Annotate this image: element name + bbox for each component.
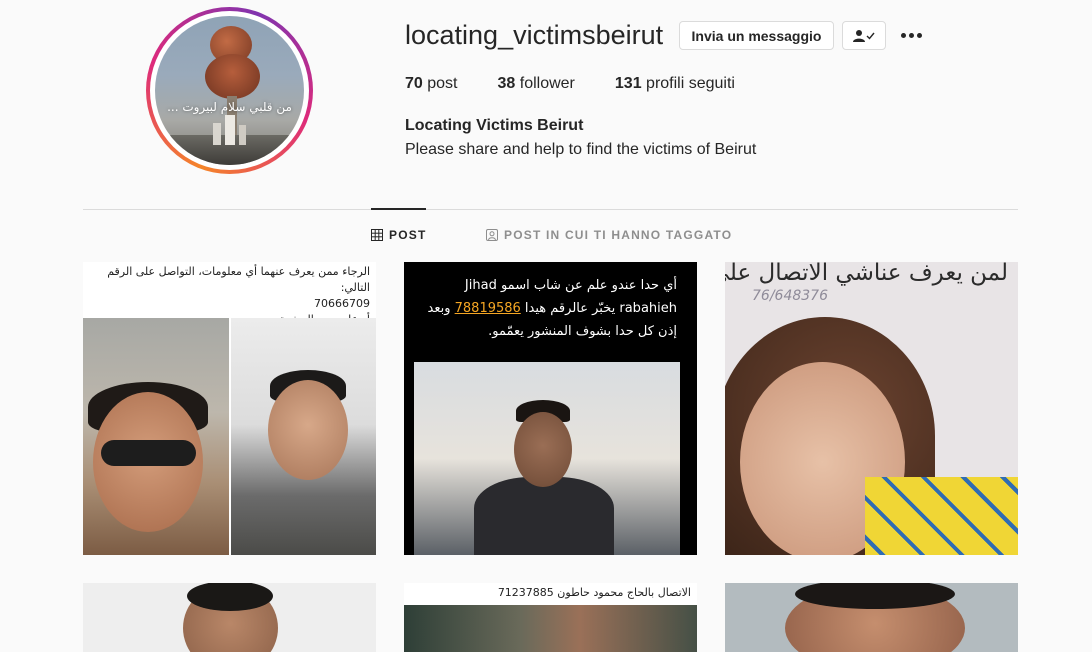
shirt — [865, 477, 1018, 555]
person-check-icon — [853, 29, 875, 42]
following-stat[interactable]: 131 profili seguiti — [615, 75, 735, 93]
avatar-image: من قلبي سلام لبيروت ... — [155, 16, 304, 165]
post-text-line: الرجاء ممن يعرف عنهما أي معلومات، التواص… — [107, 265, 370, 294]
tab-tagged[interactable]: POST IN CUI TI HANNO TAGGATO — [486, 228, 732, 242]
avatar-border: من قلبي سلام لبيروت ... — [150, 11, 309, 170]
post-text-part: وبعد — [427, 301, 455, 316]
post-thumbnail[interactable]: أي حدا عندو علم عن شاب اسمو Jihad rabahi… — [404, 262, 697, 555]
profile-avatar[interactable]: من قلبي سلام لبيروت ... — [146, 7, 313, 174]
post-caption-image-text: الاتصال بالحاج محمود حاطون 71237885 — [497, 586, 691, 599]
posts-stat: 70 post — [405, 75, 458, 93]
post-thumbnail[interactable]: لمن يعرف عناشي الاتصال على 76/648376 — [725, 262, 1018, 555]
profile-bio: Please share and help to find the victim… — [405, 141, 757, 158]
post-text-line: rabahieh يخبّر عالرقم هيدا 78819586 وبعد — [417, 297, 678, 320]
post-text-part: rabahieh يخبّر عالرقم هيدا — [520, 301, 677, 316]
followers-count: 38 — [497, 75, 516, 92]
hoodie — [474, 477, 614, 555]
send-message-button[interactable]: Invia un messaggio — [679, 21, 834, 50]
tab-posts[interactable]: POST — [371, 228, 426, 242]
post-thumbnail[interactable]: الاتصال بالحاج محمود حاطون 71237885 — [404, 583, 697, 652]
active-tab-indicator — [371, 208, 426, 210]
following-button[interactable] — [842, 21, 886, 50]
dot — [916, 32, 922, 38]
face — [514, 412, 572, 487]
post-text-line: 70666709 — [314, 297, 370, 310]
post-thumbnail[interactable] — [83, 583, 376, 652]
silo — [239, 125, 246, 145]
following-label: profili seguiti — [646, 75, 735, 92]
sunglasses — [101, 440, 196, 466]
tabs-divider — [83, 209, 1018, 210]
avatar-caption: من قلبي سلام لبيروت ... — [167, 100, 292, 114]
smoke-cloud — [205, 54, 260, 99]
dot — [900, 32, 906, 38]
tab-tagged-label: POST IN CUI TI HANNO TAGGATO — [504, 228, 733, 242]
grid-icon — [371, 229, 383, 241]
dot — [908, 32, 914, 38]
more-options-icon[interactable] — [899, 25, 923, 45]
post-caption-image-text: أي حدا عندو علم عن شاب اسمو Jihad rabahi… — [417, 274, 678, 343]
following-count: 131 — [614, 75, 642, 92]
post-caption-image-text: لمن يعرف عناشي الاتصال على — [725, 262, 1008, 286]
profile-username: locating_victimsbeirut — [405, 20, 664, 50]
phone-number: 76/648376 — [752, 288, 828, 304]
face — [268, 380, 348, 480]
post-thumbnail[interactable]: الرجاء ممن يعرف عنهما أي معلومات، التواص… — [83, 262, 376, 555]
tagged-icon — [486, 229, 498, 241]
profile-full-name: Locating Victims Beirut — [405, 117, 584, 134]
tab-posts-label: POST — [389, 228, 427, 242]
silo — [213, 123, 221, 145]
silo — [225, 115, 235, 145]
followers-stat[interactable]: 38 follower — [498, 75, 575, 93]
posts-label: post — [427, 75, 458, 92]
post-text-line: أي حدا عندو علم عن شاب اسمو Jihad — [464, 278, 677, 293]
phone-number: 78819586 — [454, 301, 521, 316]
profile-stats: 70 post 38 follower 131 profili seguiti — [405, 75, 775, 93]
post-thumbnail[interactable] — [725, 583, 1018, 652]
post-text-line: إذن كل حدا بشوف المنشور يعمّمو. — [488, 324, 677, 339]
photo — [404, 605, 697, 652]
posts-count: 70 — [405, 75, 423, 92]
followers-label: follower — [519, 75, 575, 92]
